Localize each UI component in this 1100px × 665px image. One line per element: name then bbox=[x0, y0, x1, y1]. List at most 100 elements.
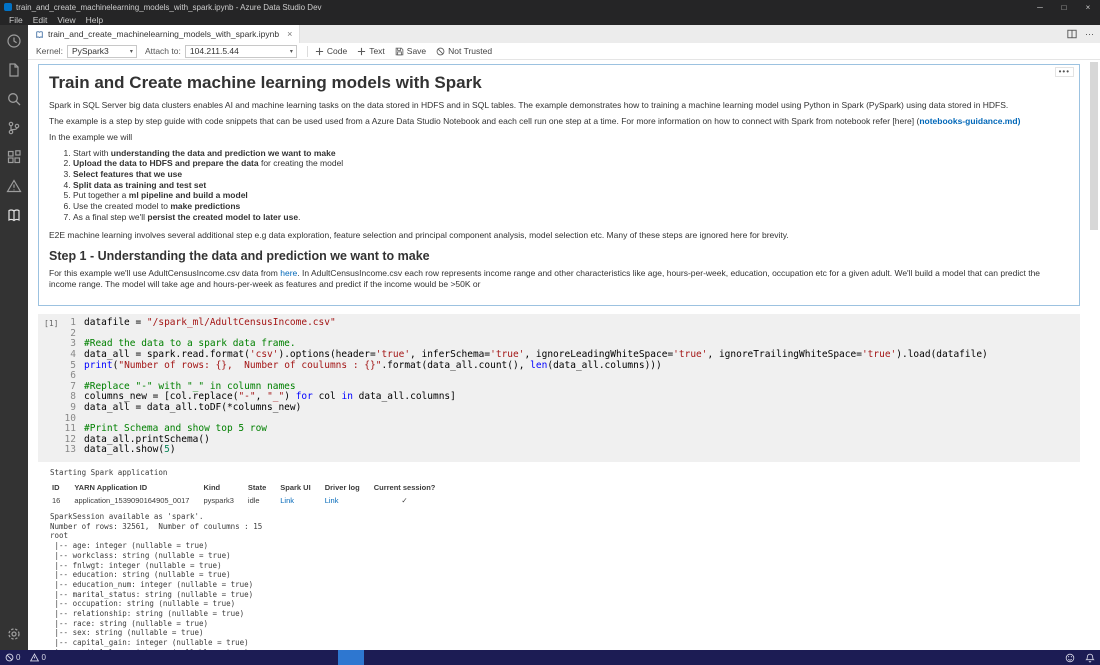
markdown-paragraph: Spark in SQL Server big data clusters en… bbox=[49, 100, 1067, 111]
table-cell: pyspark3 bbox=[203, 494, 247, 508]
menu-bar: FileEditViewHelp bbox=[0, 14, 1100, 25]
code-line: 12data_all.printSchema() bbox=[38, 435, 1080, 446]
maximize-button[interactable]: □ bbox=[1052, 0, 1076, 14]
chevron-down-icon: ▾ bbox=[290, 48, 293, 55]
plus-icon bbox=[357, 47, 366, 56]
list-item: As a final step we'll persist the create… bbox=[73, 212, 1067, 223]
table-header: Spark UI bbox=[280, 481, 324, 495]
notebook-tab[interactable]: train_and_create_machinelearning_models_… bbox=[28, 25, 300, 43]
data-source-link[interactable]: here bbox=[280, 268, 297, 278]
bell-icon bbox=[1085, 653, 1095, 663]
not-trusted-button[interactable]: Not Trusted bbox=[436, 46, 492, 56]
attach-to-dropdown[interactable]: 104.211.5.44 ▾ bbox=[185, 45, 297, 58]
markdown-list: Start with understanding the data and pr… bbox=[49, 148, 1067, 223]
split-editor-icon[interactable] bbox=[1067, 29, 1077, 39]
notebook-canvas: ••• Train and Create machine learning mo… bbox=[28, 60, 1100, 650]
feedback-status[interactable] bbox=[1060, 650, 1080, 665]
close-button[interactable]: × bbox=[1076, 0, 1100, 14]
minimize-button[interactable]: ─ bbox=[1028, 0, 1052, 14]
app-icon bbox=[4, 3, 12, 11]
output-line: Number of rows: 32561, Number of coulumn… bbox=[50, 522, 1080, 532]
list-item: Split data as training and test set bbox=[73, 180, 1067, 191]
code-line: 5print("Number of rows: {}, Number of co… bbox=[38, 361, 1080, 372]
table-link-cell[interactable]: Link bbox=[325, 494, 374, 508]
save-button[interactable]: Save bbox=[395, 46, 426, 56]
add-code-label: Code bbox=[327, 46, 347, 56]
table-header: Kind bbox=[203, 481, 247, 495]
tabbar-actions: ⋯ bbox=[1059, 25, 1100, 43]
source-control-icon[interactable] bbox=[6, 120, 22, 136]
warning-icon bbox=[30, 653, 39, 662]
tab-close-icon[interactable]: × bbox=[287, 29, 292, 39]
output-line: |-- education: string (nullable = true) bbox=[50, 570, 1080, 580]
add-code-button[interactable]: Code bbox=[315, 46, 347, 56]
notebook-file-icon bbox=[35, 30, 44, 39]
search-icon[interactable] bbox=[6, 91, 22, 107]
title-bar: train_and_create_machinelearning_models_… bbox=[0, 0, 1100, 14]
kernel-label: Kernel: bbox=[36, 46, 63, 56]
attach-to-label: Attach to: bbox=[145, 46, 181, 56]
list-item: Upload the data to HDFS and prepare the … bbox=[73, 158, 1067, 169]
table-header: State bbox=[248, 481, 280, 495]
code-line: 13data_all.show(5) bbox=[38, 445, 1080, 456]
error-icon bbox=[5, 653, 14, 662]
code-editor[interactable]: 1datafile = "/spark_ml/AdultCensusIncome… bbox=[38, 318, 1080, 456]
scrollbar-thumb[interactable] bbox=[1090, 62, 1098, 230]
chevron-down-icon: ▾ bbox=[130, 48, 133, 55]
markdown-link-paren: ) bbox=[1018, 116, 1021, 126]
markdown-cell[interactable]: ••• Train and Create machine learning mo… bbox=[38, 64, 1080, 306]
save-icon bbox=[395, 47, 404, 56]
tab-label: train_and_create_machinelearning_models_… bbox=[48, 29, 279, 39]
more-actions-icon[interactable]: ⋯ bbox=[1085, 29, 1094, 40]
markdown-paragraph: E2E machine learning involves several ad… bbox=[49, 230, 1067, 241]
kernel-value: PySpark3 bbox=[72, 46, 109, 56]
table-header: YARN Application ID bbox=[74, 481, 203, 495]
history-icon[interactable] bbox=[6, 33, 22, 49]
list-item: Select features that we use bbox=[73, 169, 1067, 180]
output-line: |-- capital_gain: integer (nullable = tr… bbox=[50, 638, 1080, 648]
notebooks-icon[interactable] bbox=[6, 207, 22, 223]
add-text-button[interactable]: Text bbox=[357, 46, 385, 56]
output-line: |-- workclass: string (nullable = true) bbox=[50, 551, 1080, 561]
spark-session-table: IDYARN Application IDKindStateSpark UIDr… bbox=[52, 481, 449, 508]
cell-output: Starting Spark application IDYARN Applic… bbox=[50, 468, 1080, 650]
menu-file[interactable]: File bbox=[4, 15, 28, 25]
editor-area: train_and_create_machinelearning_models_… bbox=[28, 25, 1100, 650]
save-label: Save bbox=[407, 46, 426, 56]
code-line: 9data_all = data_all.toDF(*columns_new) bbox=[38, 403, 1080, 414]
markdown-paragraph: In the example we will bbox=[49, 132, 1067, 143]
list-item: Use the created model to make prediction… bbox=[73, 201, 1067, 212]
notifications-status[interactable] bbox=[1080, 650, 1100, 665]
output-line: |-- sex: string (nullable = true) bbox=[50, 628, 1080, 638]
execution-count: [1] bbox=[44, 319, 58, 328]
list-item: Put together a ml pipeline and build a m… bbox=[73, 190, 1067, 201]
circle-slash-icon bbox=[436, 47, 445, 56]
warning-count: 0 bbox=[41, 653, 45, 662]
cell-more-actions-button[interactable]: ••• bbox=[1055, 67, 1074, 77]
not-trusted-label: Not Trusted bbox=[448, 46, 492, 56]
code-cell[interactable]: [1] 1datafile = "/spark_ml/AdultCensusIn… bbox=[38, 314, 1080, 462]
scrollbar[interactable] bbox=[1088, 60, 1100, 650]
table-link-cell[interactable]: Link bbox=[280, 494, 324, 508]
window-controls: ─ □ × bbox=[1028, 0, 1100, 14]
table-row: 16application_1539090164905_0017pyspark3… bbox=[52, 494, 449, 508]
menu-edit[interactable]: Edit bbox=[28, 15, 53, 25]
menu-view[interactable]: View bbox=[52, 15, 80, 25]
kernel-dropdown[interactable]: PySpark3 ▾ bbox=[67, 45, 137, 58]
output-line: |-- race: string (nullable = true) bbox=[50, 619, 1080, 629]
errors-status[interactable]: 0 bbox=[0, 650, 25, 665]
status-progress-item[interactable] bbox=[338, 650, 364, 665]
notebooks-guidance-link[interactable]: notebooks-guidance.md bbox=[919, 116, 1017, 126]
alerts-icon[interactable] bbox=[6, 178, 22, 194]
notebook-toolbar: Kernel: PySpark3 ▾ Attach to: 104.211.5.… bbox=[28, 43, 1100, 60]
error-count: 0 bbox=[16, 653, 20, 662]
explorer-icon[interactable] bbox=[6, 62, 22, 78]
menu-help[interactable]: Help bbox=[81, 15, 108, 25]
warnings-status[interactable]: 0 bbox=[25, 650, 50, 665]
table-cell: idle bbox=[248, 494, 280, 508]
activity-bar bbox=[0, 25, 28, 650]
code-line: 1datafile = "/spark_ml/AdultCensusIncome… bbox=[38, 318, 1080, 329]
table-cell: ✓ bbox=[374, 494, 450, 508]
settings-gear-icon[interactable] bbox=[6, 626, 22, 642]
extensions-icon[interactable] bbox=[6, 149, 22, 165]
